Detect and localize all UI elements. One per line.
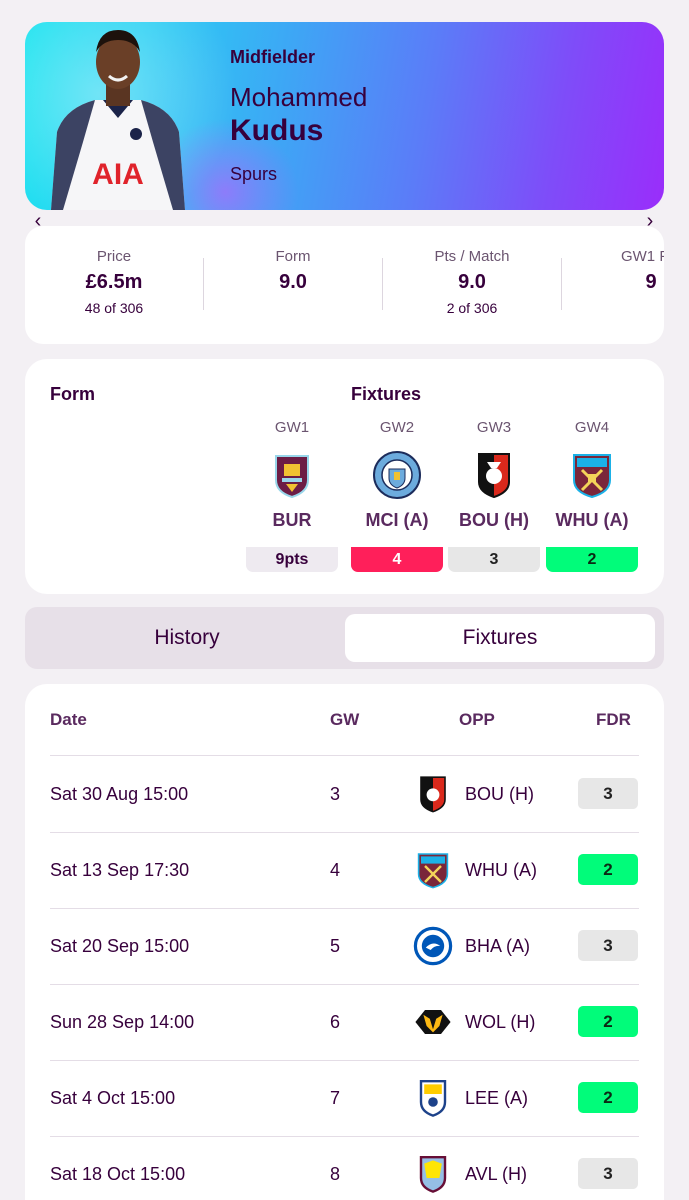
fdr-badge: 3	[578, 930, 638, 961]
stats-carousel[interactable]: Price £6.5m 48 of 306 Form 9.0 Pts / Mat…	[25, 226, 664, 344]
aston-villa-crest-icon	[413, 1154, 453, 1194]
table-row[interactable]: Sat 13 Sep 17:30 4 WHU (A) 2	[25, 832, 664, 908]
table-row[interactable]: Sat 18 Oct 15:00 8 AVL (H) 3	[25, 1136, 664, 1200]
fdr-badge: 2	[578, 854, 638, 885]
stat-rank: 48 of 306	[84, 300, 144, 316]
fixture-date: Sat 13 Sep 17:30	[50, 860, 190, 880]
fdr-badge: 3	[578, 1158, 638, 1189]
tab-fixtures[interactable]: Fixtures	[345, 614, 655, 662]
player-last-name: Kudus	[230, 114, 324, 147]
shirt-sponsor-text: AIA	[92, 158, 144, 191]
gw-points-pill: 9pts	[246, 547, 338, 572]
fixture-opponent: AVL (H)	[465, 1164, 528, 1184]
fixtures-heading: Fixtures	[351, 384, 422, 404]
table-row[interactable]: Sat 20 Sep 15:00 5 BHA (A) 3	[25, 908, 664, 984]
tab-history[interactable]: History	[32, 614, 342, 662]
brighton-crest-icon	[413, 926, 453, 966]
gw-label: GW2	[379, 419, 415, 436]
gw-label: GW4	[574, 419, 610, 436]
stat-value: 9.0	[279, 271, 307, 293]
fixture-opponent: BOU (H)	[465, 784, 534, 804]
stat-label: Pts / Match	[434, 248, 510, 265]
table-row[interactable]: Sat 4 Oct 15:00 7 LEE (A) 2	[25, 1060, 664, 1136]
fdr-badge: 2	[578, 1006, 638, 1037]
fixture-gw: 6	[330, 1012, 341, 1032]
fdr-badge: 2	[578, 1082, 638, 1113]
fixture-opponent: WHU (A)	[465, 860, 537, 880]
gw-opponent: BUR	[272, 510, 312, 530]
table-row[interactable]: Sat 30 Aug 15:00 3 BOU (H) 3	[25, 756, 664, 832]
gw-difficulty-pill: 3	[448, 547, 540, 572]
man-city-crest-icon	[372, 450, 422, 500]
gw-column[interactable]: GW3 BOU (H) 3	[447, 419, 541, 572]
stat-gw1-points: GW1 Pts 9	[562, 248, 664, 294]
player-header-card: AIA Midfielder Mohammed Kudus Spurs	[25, 22, 664, 210]
stat-label: Form	[275, 248, 311, 265]
player-first-name: Mohammed	[230, 82, 368, 112]
gw-column[interactable]: GW1 BUR 9pts	[245, 419, 339, 572]
player-team: Spurs	[230, 164, 278, 184]
form-fixtures-card: Form Fixtures GW1 BUR 9pts GW2 MCI (A) 4…	[25, 359, 664, 594]
fixture-opponent: LEE (A)	[465, 1088, 529, 1108]
stat-price: Price £6.5m 48 of 306	[25, 248, 203, 316]
stat-form: Form 9.0	[204, 248, 382, 294]
stat-value: £6.5m	[85, 271, 143, 293]
column-header-fdr[interactable]: FDR	[596, 710, 631, 730]
fixture-gw: 5	[330, 936, 341, 956]
stat-rank: 2 of 306	[446, 300, 498, 316]
bournemouth-crest-icon	[469, 450, 519, 500]
gw-opponent: WHU (A)	[555, 510, 629, 530]
gw-difficulty-pill: 4	[351, 547, 443, 572]
history-fixtures-tabs: History Fixtures	[25, 607, 664, 669]
fixture-opponent: WOL (H)	[465, 1012, 536, 1032]
stat-value: 9	[645, 271, 657, 293]
form-heading: Form	[50, 384, 95, 404]
fixture-date: Sat 20 Sep 15:00	[50, 936, 190, 956]
column-header-opp[interactable]: OPP	[459, 710, 495, 730]
gw-column[interactable]: GW4 WHU (A) 2	[545, 419, 639, 572]
player-position: Midfielder	[230, 47, 316, 67]
stat-points-per-match: Pts / Match 9.0 2 of 306	[383, 248, 561, 316]
burnley-crest-icon	[267, 450, 317, 500]
stat-value: 9.0	[458, 271, 486, 293]
fixture-gw: 8	[330, 1164, 341, 1184]
leeds-crest-icon	[413, 1078, 453, 1118]
stat-label: Price	[96, 248, 132, 265]
west-ham-crest-icon	[413, 850, 453, 890]
gw-column[interactable]: GW2 MCI (A) 4	[350, 419, 444, 572]
fixture-gw: 3	[330, 784, 341, 804]
gw-label: GW1	[274, 419, 310, 436]
gw-difficulty-pill: 2	[546, 547, 638, 572]
fdr-badge: 3	[578, 778, 638, 809]
wolves-crest-icon	[413, 1002, 453, 1042]
table-row[interactable]: Sun 28 Sep 14:00 6 WOL (H) 2	[25, 984, 664, 1060]
fixture-date: Sat 30 Aug 15:00	[50, 784, 189, 804]
column-header-date[interactable]: Date	[50, 710, 87, 730]
fixtures-table: Date GW OPP FDR Sat 30 Aug 15:00 3 BOU (…	[25, 684, 664, 1200]
fixture-date: Sun 28 Sep 14:00	[50, 1012, 195, 1032]
column-header-gw[interactable]: GW	[330, 710, 359, 730]
west-ham-crest-icon	[567, 450, 617, 500]
stat-label: GW1 Pts	[620, 248, 664, 265]
bournemouth-crest-icon	[413, 774, 453, 814]
fixture-date: Sat 4 Oct 15:00	[50, 1088, 176, 1108]
gw-label: GW3	[476, 419, 512, 436]
fixture-gw: 7	[330, 1088, 341, 1108]
gw-opponent: MCI (A)	[365, 510, 429, 530]
gw-opponent: BOU (H)	[459, 510, 529, 530]
fixture-gw: 4	[330, 860, 341, 880]
player-photo: AIA	[43, 22, 193, 210]
fixture-opponent: BHA (A)	[465, 936, 531, 956]
fixture-date: Sat 18 Oct 15:00	[50, 1164, 186, 1184]
